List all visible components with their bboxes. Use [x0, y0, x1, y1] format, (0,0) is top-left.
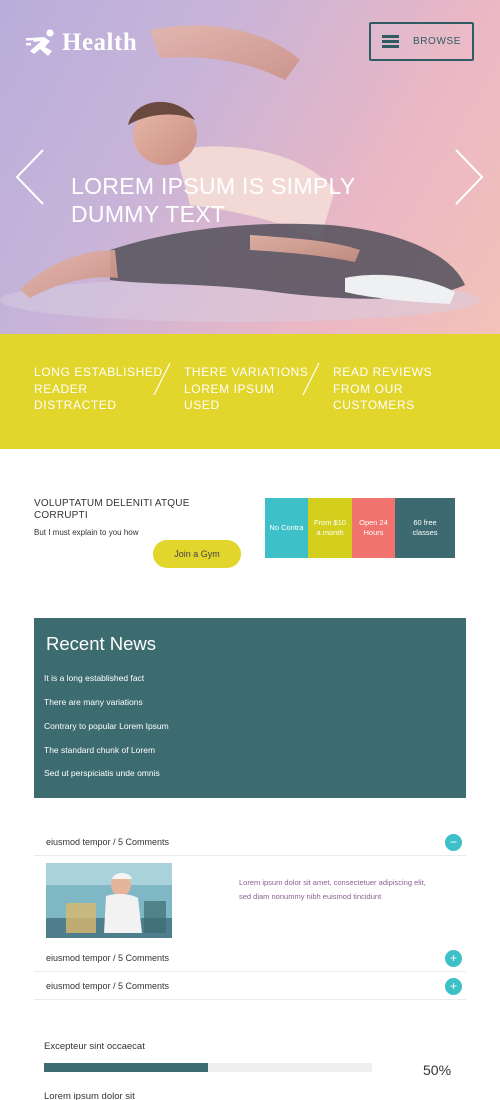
browse-button[interactable]: BROWSE [369, 22, 474, 61]
divider [302, 362, 320, 396]
feature-bar: LONG ESTABLISHED READER DISTRACTED THERE… [0, 334, 500, 449]
news-item[interactable]: Contrary to popular Lorem Ipsum [44, 721, 169, 731]
logo[interactable]: Health [26, 28, 137, 58]
news-item[interactable]: There are many variations [44, 697, 143, 707]
progress-value: 50% [423, 1062, 452, 1078]
hamburger-icon [381, 35, 399, 48]
progress-fill [44, 1063, 208, 1072]
progress-bar [44, 1063, 372, 1072]
hero-banner: Health BROWSE LOREM IPSUM IS SIMPLY DUMM… [0, 0, 500, 334]
pricing-cell[interactable]: 60 free classes [395, 498, 455, 558]
accordion-row[interactable]: eiusmod tempor / 5 Comments − [34, 828, 466, 856]
logo-text: Health [62, 29, 138, 56]
fitness-photo [46, 863, 172, 938]
runner-icon [26, 29, 54, 56]
pricing-cell[interactable]: From $10 a month [308, 498, 352, 558]
divider [153, 362, 171, 396]
accordion-content: Lorem ipsum dolor sit amet, consectetuer… [239, 878, 426, 901]
join-gym-button[interactable]: Join a Gym [153, 540, 241, 568]
accordion-label: eiusmod tempor / 5 Comments [46, 981, 170, 991]
join-title: VOLUPTATUM DELENITI ATQUE CORRUPTI [34, 498, 190, 521]
accordion-label: eiusmod tempor / 5 Comments [46, 953, 170, 963]
news-item[interactable]: The standard chunk of Lorem [44, 745, 155, 755]
news-title: Recent News [46, 633, 157, 654]
progress-label: Lorem ipsum dolor sit [44, 1091, 135, 1100]
chevron-right-icon[interactable] [454, 148, 484, 206]
feature-item: LONG ESTABLISHED READER DISTRACTED [34, 365, 163, 412]
expand-icon[interactable]: + [445, 950, 462, 967]
chevron-left-icon[interactable] [15, 148, 45, 206]
accordion-row[interactable]: eiusmod tempor / 5 Comments + [34, 972, 466, 1000]
accordion-row[interactable]: eiusmod tempor / 5 Comments + [34, 944, 466, 972]
hero-title: LOREM IPSUM IS SIMPLY DUMMY TEXT [71, 173, 356, 227]
feature-item: THERE VARIATIONS LOREM IPSUM USED [184, 365, 309, 412]
news-item[interactable]: Sed ut perspiciatis unde omnis [44, 768, 160, 778]
pricing-cell[interactable]: Open 24 Hours [352, 498, 395, 558]
collapse-icon[interactable]: − [445, 834, 462, 851]
recent-news-panel: Recent News It is a long established fac… [34, 618, 466, 798]
pricing-strip: No Contra From $10 a month Open 24 Hours… [265, 498, 455, 558]
accordion-label: eiusmod tempor / 5 Comments [46, 837, 170, 847]
pricing-cell[interactable]: No Contra [265, 498, 308, 558]
expand-icon[interactable]: + [445, 978, 462, 995]
feature-item: READ REVIEWS FROM OUR CUSTOMERS [333, 365, 433, 412]
browse-label: BROWSE [412, 36, 462, 47]
news-item[interactable]: It is a long established fact [44, 673, 144, 683]
join-subtitle: But I must explain to you how [34, 528, 139, 537]
progress-label: Excepteur sint occaecat [44, 1041, 145, 1052]
